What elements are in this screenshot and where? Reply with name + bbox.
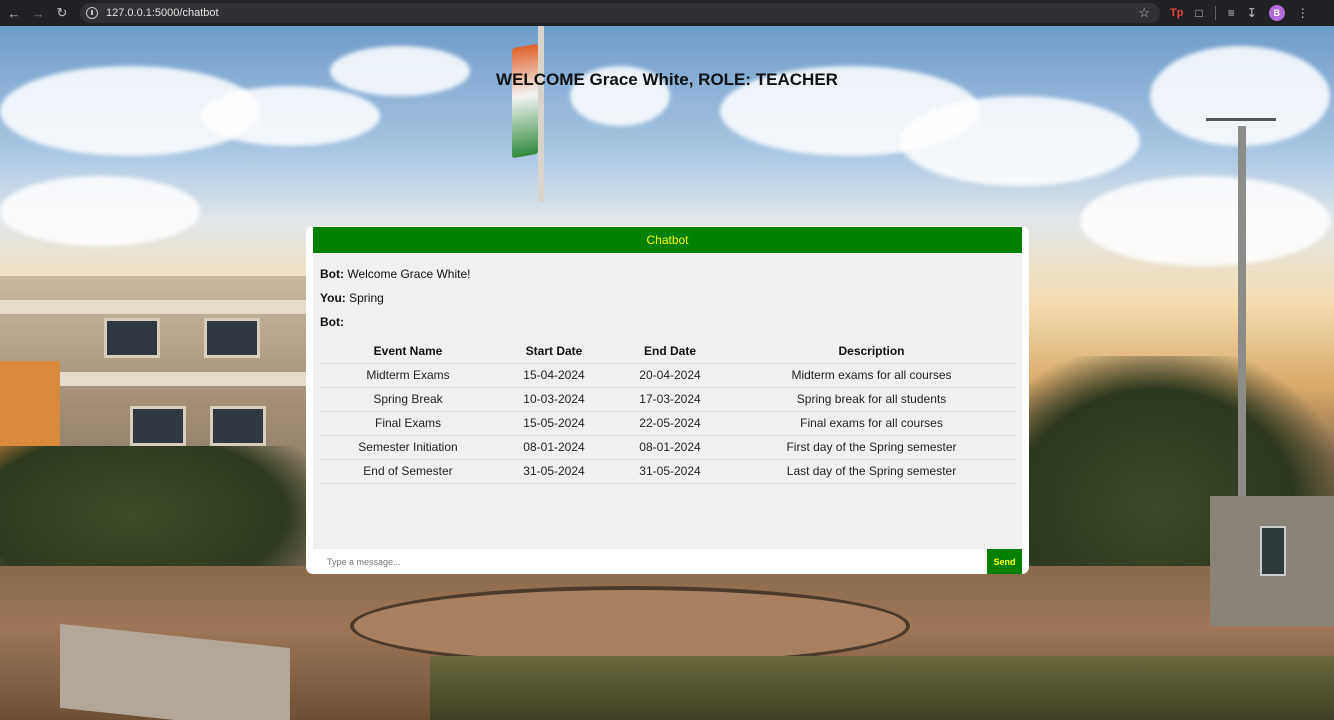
reload-icon[interactable]: ↻ — [52, 3, 72, 23]
send-button[interactable]: Send — [987, 549, 1022, 574]
chat-input-row: Send — [313, 549, 1022, 574]
events-table: Event Name Start Date End Date Descripti… — [320, 339, 1015, 484]
table-row: Midterm Exams 15-04-2024 20-04-2024 Midt… — [320, 363, 1015, 388]
fountain-circle — [350, 586, 910, 666]
table-cell: Final Exams — [320, 411, 496, 436]
download-icon[interactable]: ↧ — [1247, 6, 1257, 20]
table-cell: 22-05-2024 — [612, 411, 728, 436]
table-cell: 15-05-2024 — [496, 411, 612, 436]
message-input[interactable] — [313, 549, 987, 574]
message-sender: Bot: — [320, 267, 344, 281]
chat-messages: Bot: Welcome Grace White! You: Spring Bo… — [313, 253, 1022, 549]
chat-message: Bot: — [320, 315, 1015, 329]
table-cell: 10-03-2024 — [496, 387, 612, 412]
table-row: Semester Initiation 08-01-2024 08-01-202… — [320, 435, 1015, 460]
forward-arrow-icon[interactable]: → — [28, 3, 48, 23]
table-cell: Midterm exams for all courses — [728, 363, 1015, 388]
table-cell: Spring break for all students — [728, 387, 1015, 412]
table-cell: Midterm Exams — [320, 363, 496, 388]
address-bar[interactable]: 127.0.0.1:5000/chatbot ☆ — [80, 3, 1160, 23]
column-header: Start Date — [496, 339, 612, 364]
flag — [512, 43, 538, 159]
table-cell: Last day of the Spring semester — [728, 459, 1015, 484]
welcome-heading: WELCOME Grace White, ROLE: TEACHER — [496, 70, 838, 89]
table-cell: Final exams for all courses — [728, 411, 1015, 436]
side-building — [1210, 496, 1334, 626]
site-info-icon[interactable] — [86, 7, 98, 19]
message-sender: Bot: — [320, 315, 344, 329]
column-header: Description — [728, 339, 1015, 364]
extensions-puzzle-icon[interactable]: □ — [1195, 6, 1202, 20]
chat-message: Bot: Welcome Grace White! — [320, 267, 1015, 281]
table-row: Final Exams 15-05-2024 22-05-2024 Final … — [320, 411, 1015, 436]
chat-header: Chatbot — [313, 227, 1022, 253]
profile-avatar[interactable]: B — [1268, 5, 1285, 21]
table-cell: Spring Break — [320, 387, 496, 412]
chat-message: You: Spring — [320, 291, 1015, 305]
toolbar-divider — [1214, 6, 1216, 20]
message-text: Welcome Grace White! — [347, 267, 471, 281]
table-cell: 08-01-2024 — [612, 435, 728, 460]
flagpole — [538, 26, 544, 202]
table-cell: 20-04-2024 — [612, 363, 728, 388]
column-header: End Date — [612, 339, 728, 364]
table-cell: 31-05-2024 — [612, 459, 728, 484]
table-cell: First day of the Spring semester — [728, 435, 1015, 460]
bookmark-star-icon[interactable]: ☆ — [1138, 5, 1150, 21]
table-cell: End of Semester — [320, 459, 496, 484]
column-header: Event Name — [320, 339, 496, 364]
url-text: 127.0.0.1:5000/chatbot — [106, 7, 219, 19]
extension-icon[interactable]: Tp — [1170, 7, 1183, 19]
media-queue-icon[interactable]: ≡ — [1228, 6, 1235, 20]
table-cell: 08-01-2024 — [496, 435, 612, 460]
table-row: End of Semester 31-05-2024 31-05-2024 La… — [320, 459, 1015, 484]
page-background: WELCOME Grace White, ROLE: TEACHER Chatb… — [0, 26, 1334, 720]
table-header-row: Event Name Start Date End Date Descripti… — [320, 339, 1015, 364]
browser-toolbar: ← → ↻ 127.0.0.1:5000/chatbot ☆ Tp □ ≡ ↧ … — [0, 0, 1334, 26]
chatbot-window: Chatbot Bot: Welcome Grace White! You: S… — [306, 226, 1029, 574]
table-cell: 15-04-2024 — [496, 363, 612, 388]
table-cell: Semester Initiation — [320, 435, 496, 460]
table-row: Spring Break 10-03-2024 17-03-2024 Sprin… — [320, 387, 1015, 412]
hedge — [430, 656, 1334, 720]
back-arrow-icon[interactable]: ← — [4, 3, 24, 23]
table-cell: 31-05-2024 — [496, 459, 612, 484]
message-sender: You: — [320, 291, 346, 305]
message-text: Spring — [349, 291, 384, 305]
menu-kebab-icon[interactable]: ⋮ — [1297, 6, 1309, 20]
table-cell: 17-03-2024 — [612, 387, 728, 412]
